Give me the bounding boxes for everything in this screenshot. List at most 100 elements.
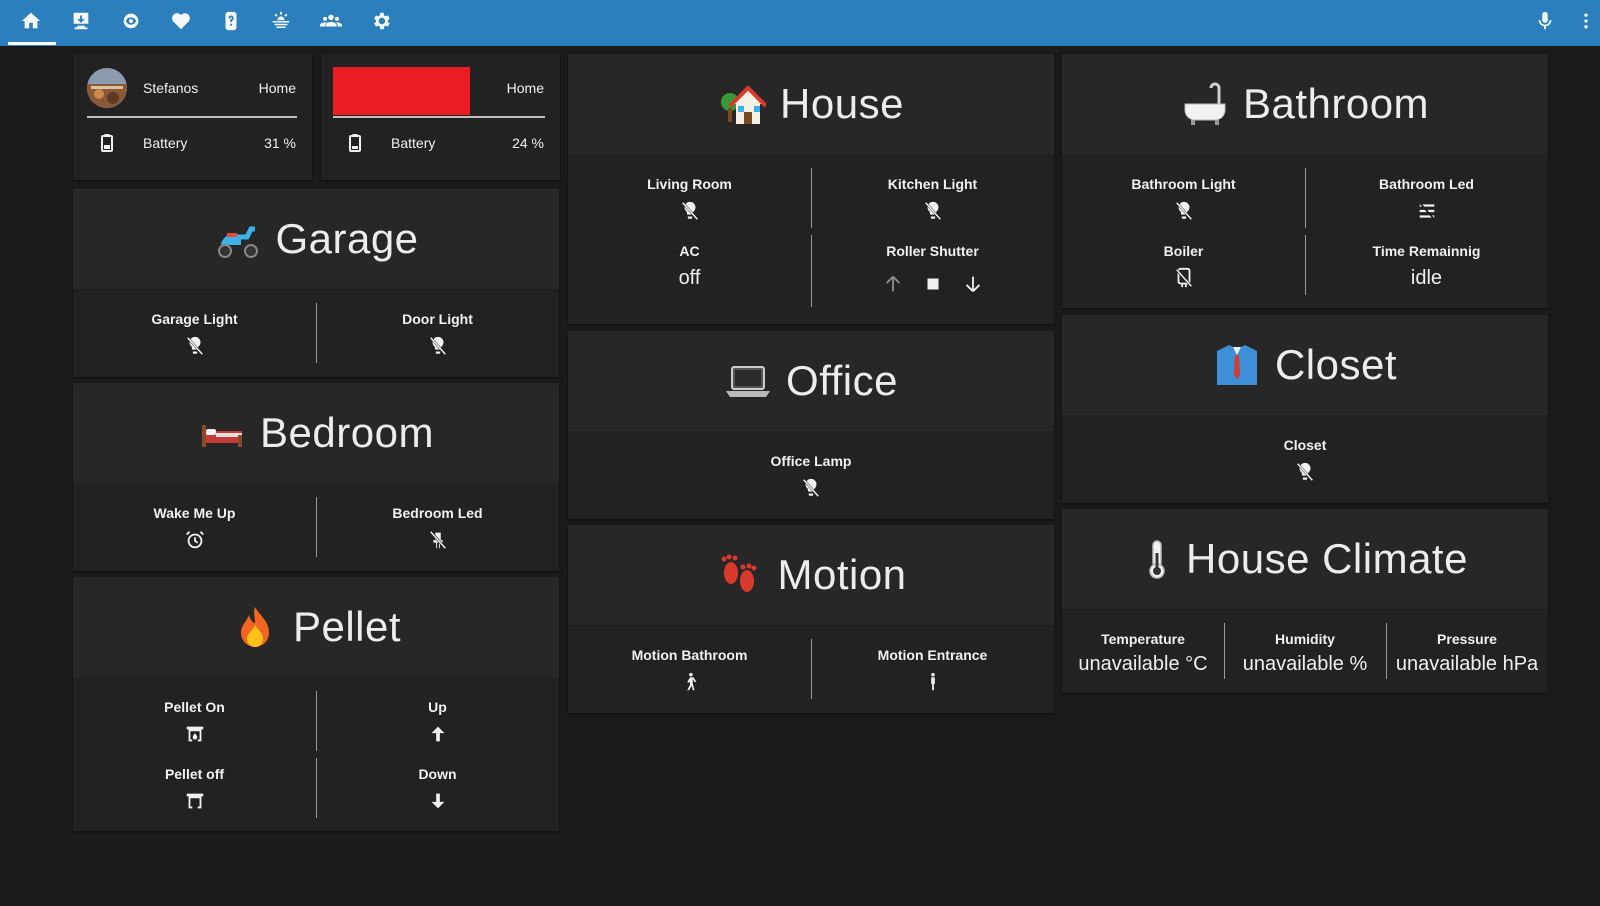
pressure-sensor[interactable]: Pressure unavailable hPa: [1386, 631, 1548, 676]
motion-card: Motion Motion Bathroom Motion Entrance: [568, 525, 1054, 713]
settings-icon[interactable]: [366, 6, 396, 36]
scooter-icon: [213, 215, 261, 263]
pellet-down-button[interactable]: Down: [316, 766, 559, 812]
walking-person-icon: [679, 671, 701, 693]
dots-vertical-icon[interactable]: [1576, 6, 1596, 36]
wake-me-up-label: Wake Me Up: [153, 505, 236, 521]
battery-value: 24 %: [512, 135, 544, 151]
bedroom-led-toggle[interactable]: Bedroom Led: [316, 505, 559, 551]
time-remaining-entity[interactable]: Time Remainnig idle: [1305, 243, 1548, 290]
house-header: House: [568, 54, 1054, 154]
person-card-stefanos[interactable]: Stefanos Home Battery 31 %: [73, 54, 312, 180]
ac-entity[interactable]: AC off: [568, 243, 811, 290]
stop-icon[interactable]: [922, 273, 944, 295]
pellet-on-label: Pellet On: [164, 699, 225, 715]
account-group-icon[interactable]: [316, 6, 346, 36]
home-icon[interactable]: [16, 6, 46, 36]
divider: [87, 116, 297, 118]
pellet-off-button[interactable]: Pellet off: [73, 766, 316, 812]
bedroom-header: Bedroom: [73, 383, 559, 483]
living-room-toggle[interactable]: Living Room: [568, 176, 811, 222]
house-card: House Living Room Kitchen Light AC off R…: [568, 54, 1054, 324]
temperature-sensor[interactable]: Temperature unavailable °C: [1062, 631, 1224, 676]
ac-state: off: [678, 267, 701, 289]
redacted-name-block: [333, 67, 470, 115]
standing-person-icon: [922, 671, 944, 693]
pressure-label: Pressure: [1437, 631, 1497, 647]
closet-label: Closet: [1283, 437, 1327, 453]
motion-header: Motion: [568, 525, 1054, 625]
person-state: Home: [258, 80, 296, 96]
top-app-bar: [0, 0, 1600, 46]
avatar: [87, 68, 127, 108]
kitchen-light-toggle[interactable]: Kitchen Light: [811, 176, 1054, 222]
time-remaining-state: idle: [1410, 267, 1443, 289]
bathroom-title: Bathroom: [1242, 80, 1430, 127]
garage-header: Garage: [73, 189, 559, 289]
battery-value: 31 %: [264, 135, 296, 151]
pellet-up-button[interactable]: Up: [316, 699, 559, 745]
person-card-redacted[interactable]: Home Battery 24 %: [321, 54, 560, 180]
alarm-clock-icon: [184, 529, 206, 551]
bathroom-led-label: Bathroom Led: [1379, 176, 1474, 192]
microphone-icon[interactable]: [1530, 6, 1560, 36]
house-climate-title: House Climate: [1186, 535, 1468, 582]
arrow-up-icon[interactable]: [882, 273, 904, 295]
active-tab-indicator: [8, 42, 56, 45]
bedroom-card: Bedroom Wake Me Up Bedroom Led: [73, 383, 559, 571]
garage-light-toggle[interactable]: Garage Light: [73, 311, 316, 357]
heart-pulse-icon[interactable]: [166, 6, 196, 36]
boiler-toggle[interactable]: Boiler: [1062, 243, 1305, 289]
divider: [333, 116, 545, 118]
bedroom-led-label: Bedroom Led: [392, 505, 483, 521]
motion-title: Motion: [777, 551, 907, 598]
house-climate-header: House Climate: [1062, 509, 1548, 609]
pellet-header: Pellet: [73, 577, 559, 677]
pellet-card: Pellet Pellet On Up Pellet off Down: [73, 577, 559, 831]
battery-label: Battery: [143, 135, 188, 151]
bathroom-light-label: Bathroom Light: [1131, 176, 1236, 192]
monitor-download-icon[interactable]: [66, 6, 96, 36]
house-with-garden-icon: [718, 80, 768, 128]
motion-bathroom-label: Motion Bathroom: [631, 647, 748, 663]
bathroom-light-toggle[interactable]: Bathroom Light: [1062, 176, 1305, 222]
motion-bathroom-sensor[interactable]: Motion Bathroom: [568, 647, 811, 693]
closet-light-toggle[interactable]: Closet: [1062, 437, 1548, 483]
garage-title: Garage: [275, 215, 419, 262]
lightbulb-off-icon: [1294, 461, 1316, 483]
eye-icon[interactable]: [116, 6, 146, 36]
house-title: House: [780, 80, 904, 127]
time-remaining-label: Time Remainnig: [1372, 243, 1481, 259]
pellet-on-button[interactable]: Pellet On: [73, 699, 316, 745]
office-card: Office Office Lamp: [568, 331, 1054, 519]
lightbulb-off-icon: [427, 335, 449, 357]
arrow-down-icon[interactable]: [962, 273, 984, 295]
office-header: Office: [568, 331, 1054, 431]
battery-label: Battery: [391, 135, 436, 151]
help-icon[interactable]: [216, 6, 246, 36]
living-room-label: Living Room: [647, 176, 732, 192]
bed-icon: [198, 409, 246, 457]
lightbulb-off-icon: [679, 200, 701, 222]
lightbulb-off-icon: [184, 335, 206, 357]
door-light-toggle[interactable]: Door Light: [316, 311, 559, 357]
weather-icon[interactable]: [266, 6, 296, 36]
pellet-up-label: Up: [428, 699, 447, 715]
office-lamp-toggle[interactable]: Office Lamp: [568, 453, 1054, 499]
bathroom-led-toggle[interactable]: Bathroom Led: [1305, 176, 1548, 222]
arrow-down-icon: [427, 790, 449, 812]
boiler-label: Boiler: [1163, 243, 1204, 259]
humidity-sensor[interactable]: Humidity unavailable %: [1224, 631, 1386, 676]
office-lamp-label: Office Lamp: [770, 453, 852, 469]
door-light-label: Door Light: [402, 311, 473, 327]
battery-icon: [101, 134, 113, 152]
garage-light-label: Garage Light: [151, 311, 238, 327]
pellet-down-label: Down: [418, 766, 457, 782]
wake-me-up-toggle[interactable]: Wake Me Up: [73, 505, 316, 551]
motion-entrance-sensor[interactable]: Motion Entrance: [811, 647, 1054, 693]
closet-card: Closet Closet: [1062, 315, 1548, 503]
lightbulb-off-icon: [922, 200, 944, 222]
thermometer-icon: [1142, 535, 1172, 583]
shutter-controls: [882, 273, 984, 295]
roller-shutter-entity: Roller Shutter: [811, 243, 1054, 295]
